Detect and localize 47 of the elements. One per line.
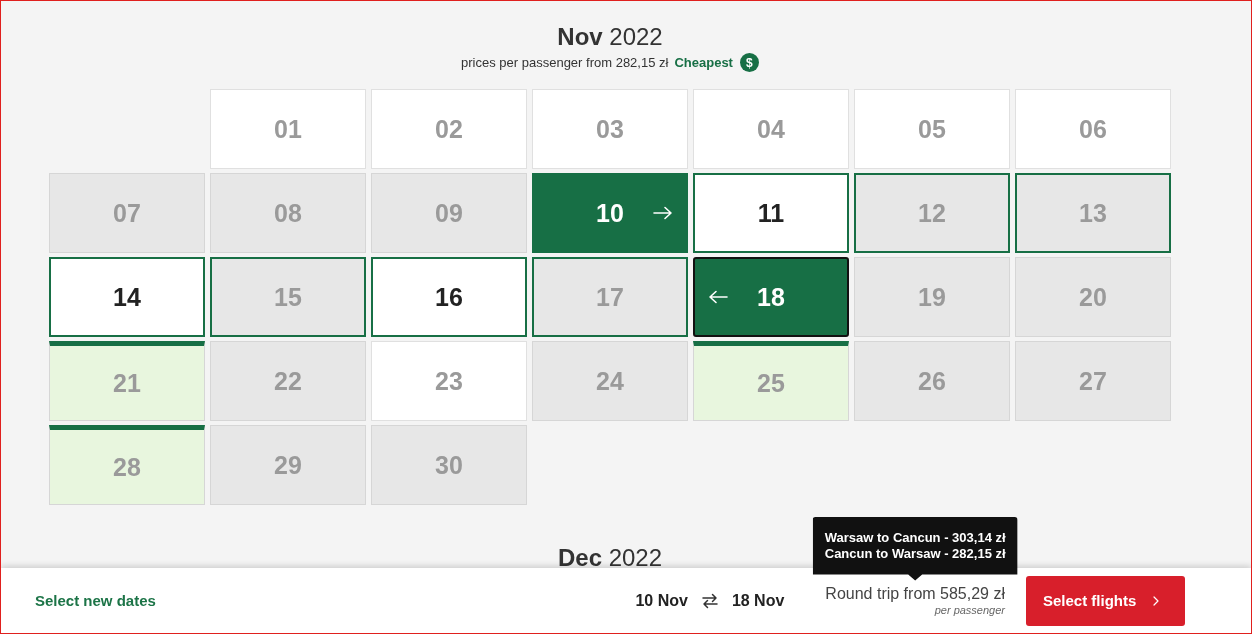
calendar-day[interactable]: 21 [49,341,205,421]
arrow-right-icon [653,206,673,220]
calendar-day[interactable]: 17 [532,257,688,337]
calendar-day[interactable]: 22 [210,341,366,421]
month-title: Nov 2022 [557,23,663,51]
calendar-day[interactable]: 29 [210,425,366,505]
calendar-day[interactable]: 09 [371,173,527,253]
calendar-day[interactable]: 06 [1015,89,1171,169]
calendar-day[interactable]: 11 [693,173,849,253]
calendar-day[interactable]: 07 [49,173,205,253]
select-new-dates-link[interactable]: Select new dates [35,592,156,609]
calendar-day[interactable]: 03 [532,89,688,169]
calendar-day[interactable]: 28 [49,425,205,505]
calendar-day[interactable]: 26 [854,341,1010,421]
calendar-day[interactable]: 30 [371,425,527,505]
outbound-date: 10 Nov [635,591,688,610]
calendar-day[interactable]: 27 [1015,341,1171,421]
calendar-day[interactable]: 05 [854,89,1010,169]
calendar-day[interactable]: 23 [371,341,527,421]
dollar-icon: $ [739,53,759,72]
calendar-day[interactable]: 25 [693,341,849,421]
calendar-day[interactable]: 14 [49,257,205,337]
calendar-day[interactable]: 20 [1015,257,1171,337]
swap-arrows-icon [701,592,718,609]
tooltip-text: Cancun to Warsaw - 282,15 zł [824,545,1006,562]
price-note: prices per passenger from 282,15 zł [461,53,669,72]
calendar-day[interactable]: 13 [1015,173,1171,253]
calendar-day[interactable]: 08 [210,173,366,253]
calendar-day[interactable]: 18 [693,257,849,337]
chevron-right-icon [1153,595,1160,606]
calendar-day[interactable]: 16 [371,257,527,337]
arrow-left-icon [708,290,728,304]
calendar-day[interactable]: 10 [532,173,688,253]
return-date: 18 Nov [731,591,785,610]
calendar-day[interactable]: 04 [693,89,849,169]
calendar-day[interactable]: 12 [854,173,1010,253]
calendar-day[interactable]: 19 [854,257,1010,337]
select-flights-button[interactable]: Select flights [1026,575,1185,626]
calendar-day[interactable]: 24 [532,341,688,421]
tooltip-text: Warsaw to Cancun - 303,14 zł [824,529,1006,546]
calendar-day[interactable]: 15 [210,257,366,337]
calendar-day[interactable]: 02 [371,89,527,169]
round-trip-price: Round trip from 585,29 zł [825,584,1005,603]
month-title: Dec 2022 [557,544,663,568]
cheapest-label: Cheapest [674,53,733,72]
calendar-day[interactable]: 01 [210,89,366,169]
per-passenger-note: per passenger [934,602,1005,617]
